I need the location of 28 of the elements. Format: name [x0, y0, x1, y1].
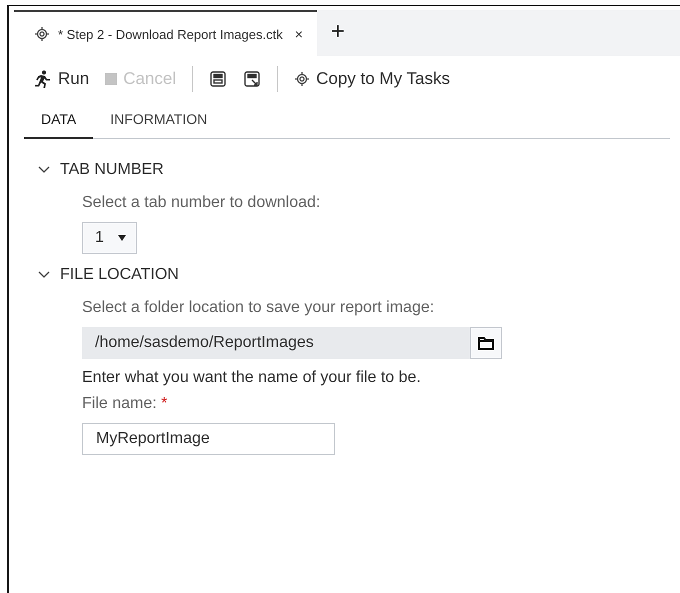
editor-tab[interactable]: * Step 2 - Download Report Images.ctk ×: [14, 10, 317, 56]
section-title: TAB NUMBER: [60, 161, 164, 179]
folder-path-field[interactable]: /home/sasdemo/ReportImages: [82, 327, 470, 359]
prompt-text: Select a tab number to download:: [82, 193, 322, 213]
field-label: File name:: [82, 395, 157, 412]
prompt-text: Select a folder location to save your report image:: [82, 298, 436, 318]
running-figure-icon: [32, 70, 52, 88]
caret-icon: [118, 235, 126, 241]
gear-icon: [34, 26, 50, 42]
add-tab-button[interactable]: +: [330, 18, 345, 46]
run-button[interactable]: Run: [24, 69, 98, 89]
tab[interactable]: INFORMATION: [93, 100, 224, 139]
file-name-field[interactable]: MyReportImage: [82, 423, 335, 455]
tab[interactable]: DATA: [24, 100, 94, 139]
close-icon[interactable]: ×: [294, 26, 303, 42]
chevron-icon[interactable]: [38, 271, 50, 279]
copy-to-tasks-button[interactable]: Copy to My Tasks: [286, 69, 458, 89]
tab-number-dropdown[interactable]: 1: [82, 222, 137, 254]
save-icon[interactable]: [209, 70, 228, 88]
required-mark: *: [161, 395, 168, 412]
save-as-icon[interactable]: [243, 70, 262, 88]
folder-icon: [477, 335, 495, 351]
stop-icon: [105, 73, 118, 85]
gear-icon: [294, 71, 310, 87]
chevron-icon[interactable]: [38, 166, 50, 174]
browse-button[interactable]: [470, 327, 502, 359]
section-title: FILE LOCATION: [60, 266, 179, 284]
instruction-text: Enter what you want the name of your file to be.: [82, 369, 422, 387]
